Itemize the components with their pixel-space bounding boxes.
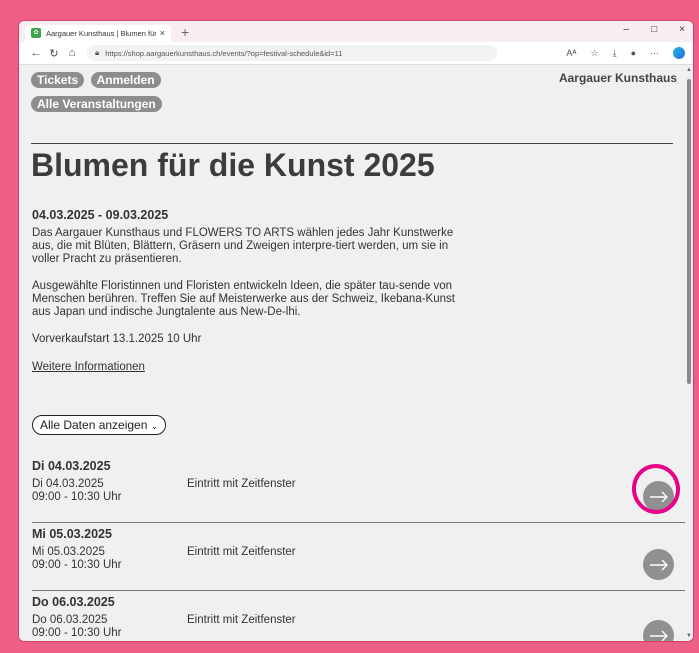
page-scrollbar[interactable]: ▲ ▼ xyxy=(685,65,693,641)
chevron-down-icon: ⌄ xyxy=(150,421,159,431)
day-heading: Di 04.03.2025 xyxy=(32,459,111,473)
day-block: Mi 05.03.2025 Mi 05.03.2025 09:00 - 10:3… xyxy=(32,527,685,591)
date-filter-select[interactable]: Alle Daten anzeigen ⌄ xyxy=(32,415,167,435)
nav-all-events[interactable]: Alle Veranstaltungen xyxy=(31,96,162,112)
url-field[interactable]: 🔒︎ https://shop.aargauerkunsthaus.ch/eve… xyxy=(87,45,497,61)
reload-icon[interactable]: ↻ xyxy=(45,47,63,60)
minimize-button[interactable]: – xyxy=(624,24,630,35)
session-type: Eintritt mit Zeitfenster xyxy=(187,546,296,558)
event-date-range: 04.03.2025 - 09.03.2025 xyxy=(32,208,169,222)
lock-icon: 🔒︎ xyxy=(95,48,100,57)
brand-name[interactable]: Aargauer Kunsthaus xyxy=(559,71,677,85)
maximize-button[interactable]: □ xyxy=(651,24,657,35)
book-session-button[interactable] xyxy=(643,549,674,580)
session-day: Mi 05.03.2025 xyxy=(32,546,105,558)
toolbar-icons: Aᴬ ☆ ⤓ ● ··· xyxy=(566,47,685,59)
window-controls: – □ × xyxy=(624,24,685,35)
session-day: Do 06.03.2025 xyxy=(32,614,108,626)
address-bar: ← ↻ ⌂ 🔒︎ https://shop.aargauerkunsthaus.… xyxy=(19,42,693,65)
day-divider xyxy=(32,590,685,591)
session-date: Mi 05.03.2025 09:00 - 10:30 Uhr xyxy=(32,546,122,572)
new-tab-button[interactable]: + xyxy=(181,24,189,40)
site-nav-secondary: Alle Veranstaltungen xyxy=(31,95,164,113)
tab-bar: ✿ Aargauer Kunsthaus | Blumen für × + – … xyxy=(19,21,693,42)
tab-active[interactable]: ✿ Aargauer Kunsthaus | Blumen für × xyxy=(25,24,171,42)
nav-login[interactable]: Anmelden xyxy=(90,72,161,88)
day-block: Di 04.03.2025 Di 04.03.2025 09:00 - 10:3… xyxy=(32,459,685,523)
description-paragraph-1: Das Aargauer Kunsthaus und FLOWERS TO AR… xyxy=(32,227,454,265)
scroll-up-icon[interactable]: ▲ xyxy=(685,67,693,73)
site-nav: Tickets Anmelden xyxy=(31,71,163,89)
tab-title: Aargauer Kunsthaus | Blumen für xyxy=(46,28,156,38)
url-text: https://shop.aargauerkunsthaus.ch/events… xyxy=(105,48,343,58)
tab-close-icon[interactable]: × xyxy=(160,28,165,38)
presale-info: Vorverkaufstart 13.1.2025 10 Uhr xyxy=(32,333,202,345)
session-date: Di 04.03.2025 09:00 - 10:30 Uhr xyxy=(32,478,122,504)
page-title: Blumen für die Kunst 2025 xyxy=(31,147,435,183)
day-divider xyxy=(32,522,685,523)
session-time: 09:00 - 10:30 Uhr xyxy=(32,559,122,571)
session-type: Eintritt mit Zeitfenster xyxy=(187,478,296,490)
session-day: Di 04.03.2025 xyxy=(32,478,104,490)
page-content: Tickets Anmelden Alle Veranstaltungen Aa… xyxy=(19,65,685,641)
scroll-down-icon[interactable]: ▼ xyxy=(685,633,693,639)
browser-window: ✿ Aargauer Kunsthaus | Blumen für × + – … xyxy=(18,20,694,642)
day-block: Do 06.03.2025 Do 06.03.2025 09:00 - 10:3… xyxy=(32,595,680,641)
session-date: Do 06.03.2025 09:00 - 10:30 Uhr xyxy=(32,614,122,640)
day-heading: Do 06.03.2025 xyxy=(32,595,115,609)
event-description: 04.03.2025 - 09.03.2025 Das Aargauer Kun… xyxy=(32,208,462,375)
favorite-star-icon[interactable]: ☆ xyxy=(591,48,599,59)
arrow-right-icon xyxy=(649,559,668,570)
arrow-right-icon xyxy=(649,630,668,641)
read-aloud-icon[interactable]: Aᴬ xyxy=(566,48,576,58)
profile-icon[interactable]: ● xyxy=(631,48,636,58)
more-menu-icon[interactable]: ··· xyxy=(650,48,659,58)
session-time: 09:00 - 10:30 Uhr xyxy=(32,627,122,639)
copilot-icon[interactable] xyxy=(673,47,685,59)
home-icon[interactable]: ⌂ xyxy=(63,47,81,59)
divider xyxy=(31,143,673,144)
description-paragraph-2: Ausgewählte Floristinnen und Floristen e… xyxy=(32,280,455,318)
scroll-thumb[interactable] xyxy=(687,79,691,384)
close-window-button[interactable]: × xyxy=(679,24,685,35)
nav-tickets[interactable]: Tickets xyxy=(31,72,85,88)
more-info-link[interactable]: Weitere Informationen xyxy=(32,361,145,373)
site-favicon-icon: ✿ xyxy=(31,28,41,38)
book-session-button[interactable] xyxy=(643,620,674,641)
downloads-icon[interactable]: ⤓ xyxy=(613,48,617,59)
session-time: 09:00 - 10:30 Uhr xyxy=(32,491,122,503)
session-type: Eintritt mit Zeitfenster xyxy=(187,614,296,626)
back-arrow-icon[interactable]: ← xyxy=(27,47,45,59)
day-heading: Mi 05.03.2025 xyxy=(32,527,112,541)
date-filter-value: Alle Daten anzeigen xyxy=(40,418,148,432)
